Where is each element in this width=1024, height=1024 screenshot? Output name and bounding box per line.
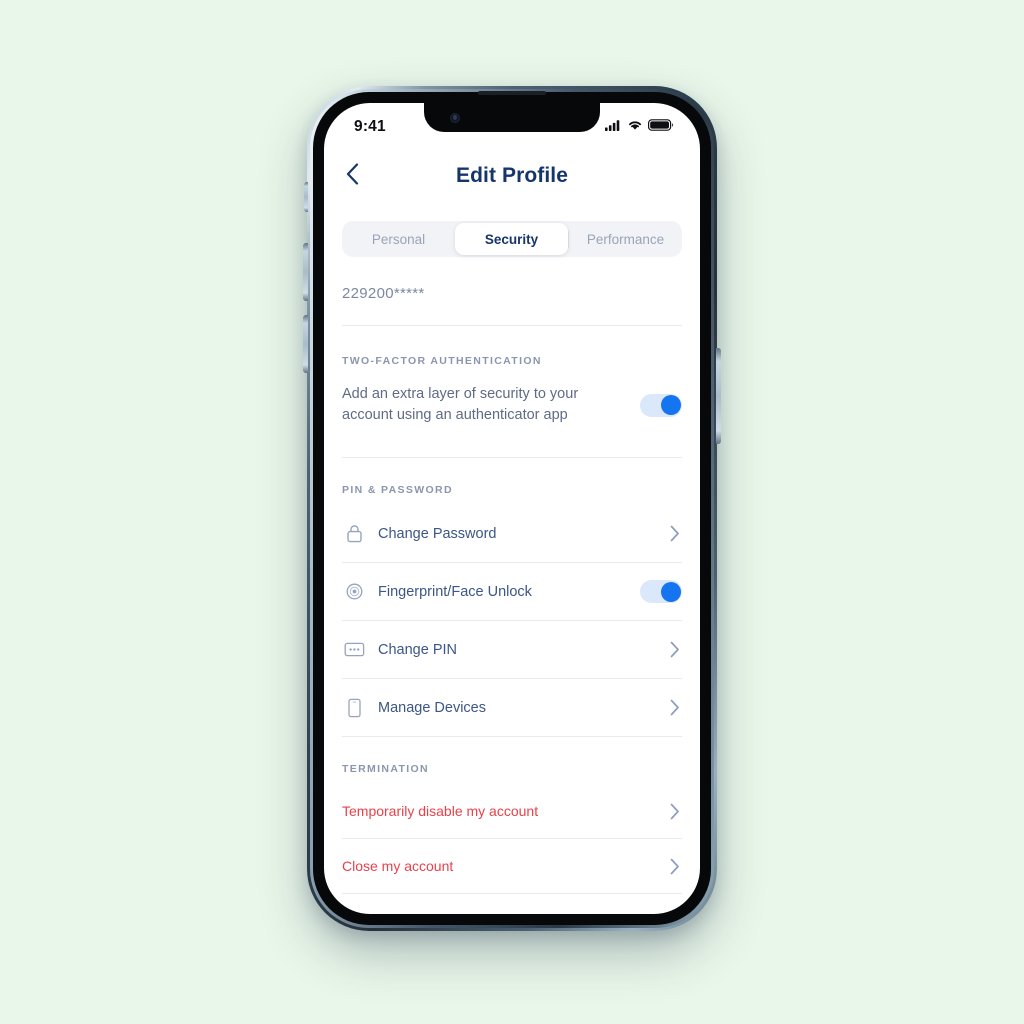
page-title: Edit Profile [455,164,569,187]
status-indicators [605,118,674,136]
fingerprint-icon [342,582,366,601]
row-label: Manage Devices [378,699,486,716]
row-change-pin[interactable]: Change PIN [342,621,682,678]
tab-personal[interactable]: Personal [342,221,455,257]
row-temporarily-disable-account[interactable]: Temporarily disable my account [342,784,682,838]
section-label-two-factor: TWO-FACTOR AUTHENTICATION [342,355,542,367]
toggle-knob [660,395,681,415]
screenshot-canvas: 9:41 Edit Profile Personal Security Perf… [0,0,1024,1024]
row-label: Change PIN [378,641,457,658]
lock-icon [342,524,366,543]
section-label-termination: TERMINATION [342,763,429,775]
power-button[interactable] [716,348,721,444]
chevron-right-icon [670,525,682,542]
chevron-right-icon [670,699,682,716]
phone-screen: 9:41 Edit Profile Personal Security Perf… [324,103,700,914]
chevron-right-icon [670,858,682,875]
chevron-right-icon [670,641,682,658]
chevron-right-icon [670,803,682,820]
row-change-password[interactable]: Change Password [342,505,682,562]
status-time: 9:41 [354,118,386,135]
volume-up-button[interactable] [303,243,308,301]
two-factor-row: Add an extra layer of security to your a… [342,384,682,457]
battery-icon [648,118,674,136]
status-bar: 9:41 [324,103,700,147]
volume-down-button[interactable] [303,315,308,373]
masked-account-value[interactable]: 229200***** [342,257,682,325]
wifi-icon [627,118,643,136]
earpiece-speaker [478,91,546,95]
two-factor-description: Add an extra layer of security to your a… [342,386,579,423]
fingerprint-toggle[interactable] [640,580,682,603]
divider [342,893,682,894]
row-label: Change Password [378,525,497,542]
toggle-knob [660,581,681,602]
chevron-left-icon [346,162,359,190]
pin-pad-icon [342,641,366,658]
cellular-signal-icon [605,118,622,136]
tab-bar: Personal Security Performance [342,221,682,257]
row-label: Fingerprint/Face Unlock [378,583,532,600]
settings-content: 229200***** TWO-FACTOR AUTHENTICATION Ad… [324,257,700,894]
silence-switch[interactable] [304,182,308,212]
row-label: Temporarily disable my account [342,803,539,819]
tab-security[interactable]: Security [455,223,568,255]
back-button[interactable] [346,162,372,190]
row-close-account[interactable]: Close my account [342,839,682,893]
device-icon [342,698,366,718]
row-manage-devices[interactable]: Manage Devices [342,679,682,736]
row-fingerprint-face-unlock[interactable]: Fingerprint/Face Unlock [342,563,682,620]
phone-device: 9:41 Edit Profile Personal Security Perf… [303,86,721,931]
row-label: Close my account [342,858,454,874]
section-label-pin-password: PIN & PASSWORD [342,484,453,496]
tab-bar-container: Personal Security Performance [324,205,700,257]
tab-performance[interactable]: Performance [569,221,682,257]
two-factor-toggle[interactable] [640,393,682,417]
nav-bar: Edit Profile [324,147,700,205]
